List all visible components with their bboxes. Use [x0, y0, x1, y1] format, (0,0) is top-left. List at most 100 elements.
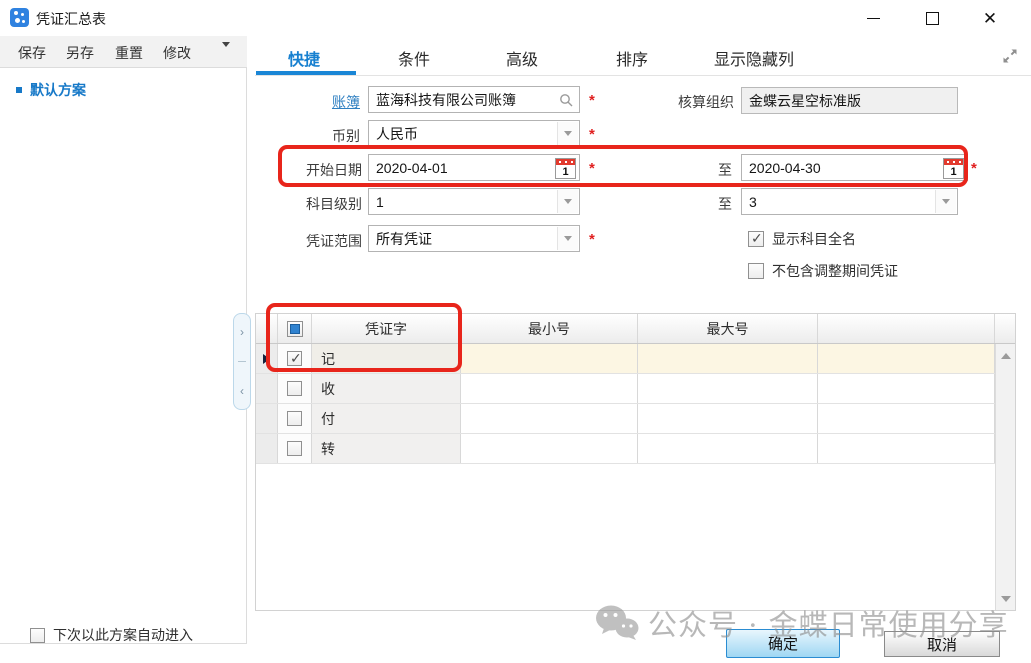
bullet-icon — [16, 87, 22, 93]
row-checkbox-cell[interactable] — [278, 404, 312, 433]
exclude-adjust-period-checkbox[interactable] — [748, 263, 764, 279]
max-number-cell[interactable] — [638, 344, 818, 373]
exclude-adjust-period-option[interactable]: 不包含调整期间凭证 — [748, 261, 898, 284]
show-full-subject-name-checkbox[interactable] — [748, 231, 764, 247]
max-number-cell[interactable] — [638, 434, 818, 463]
grid-header: 凭证字 最小号 最大号 — [256, 314, 1015, 344]
calendar-icon[interactable]: 1 — [555, 158, 576, 179]
voucher-range-label: 凭证范围 — [272, 231, 362, 251]
cancel-button[interactable]: 取消 — [884, 631, 1000, 657]
start-date-value: 2020-04-01 — [376, 160, 448, 176]
maximize-button[interactable] — [917, 6, 947, 30]
chevron-down-icon[interactable] — [557, 227, 578, 250]
select-all-cell[interactable] — [278, 314, 312, 343]
empty-cell — [818, 344, 995, 373]
voucher-word-cell[interactable]: 收 — [312, 374, 461, 403]
search-icon[interactable] — [559, 93, 573, 110]
row-checkbox[interactable] — [287, 351, 302, 366]
row-checkbox[interactable] — [287, 411, 302, 426]
tab-bar: 快捷 条件 高级 排序 显示隐藏列 — [248, 40, 1031, 76]
end-date-input[interactable]: 2020-04-30 1 — [741, 154, 968, 181]
tab-show-hide-columns[interactable]: 显示隐藏列 — [714, 46, 794, 70]
select-all-checkbox[interactable] — [287, 321, 303, 337]
org-input: 金蝶云星空标准版 — [741, 87, 958, 114]
voucher-word-cell[interactable]: 记 — [312, 344, 461, 373]
subject-level-to-value: 3 — [749, 194, 757, 210]
auto-enter-checkbox[interactable] — [30, 628, 45, 643]
divider — [238, 361, 246, 362]
scroll-up-icon[interactable] — [996, 346, 1015, 365]
min-number-cell[interactable] — [461, 404, 638, 433]
min-number-cell[interactable] — [461, 374, 638, 403]
auto-enter-option[interactable]: 下次以此方案自动进入 — [30, 625, 193, 645]
currency-select[interactable]: 人民币 — [368, 120, 580, 147]
expand-dialog-icon[interactable] — [1001, 47, 1019, 65]
tab-sort[interactable]: 排序 — [616, 46, 648, 70]
minimize-icon — [867, 18, 880, 19]
min-number-cell[interactable] — [461, 344, 638, 373]
minimize-button[interactable] — [858, 6, 888, 30]
toolbar-overflow-icon[interactable] — [222, 47, 232, 65]
app-icon — [10, 8, 29, 27]
collapse-left-icon[interactable]: ‹ — [240, 384, 244, 398]
ledger-label[interactable]: 账簿 — [300, 92, 360, 112]
column-header-empty — [818, 314, 995, 343]
table-row[interactable]: 付 — [256, 404, 995, 434]
default-scheme-item[interactable]: 默认方案 — [16, 80, 86, 100]
title-bar: 凭证汇总表 ✕ — [0, 0, 1031, 36]
ok-button[interactable]: 确定 — [726, 629, 840, 658]
exclude-adjust-period-label: 不包含调整期间凭证 — [772, 263, 898, 279]
table-row[interactable]: 转 — [256, 434, 995, 464]
row-checkbox[interactable] — [287, 441, 302, 456]
start-date-required-mark: * — [589, 160, 595, 177]
tab-advanced[interactable]: 高级 — [506, 46, 538, 70]
currency-required-mark: * — [589, 126, 595, 143]
modify-button[interactable]: 修改 — [163, 43, 191, 63]
scheme-toolbar: 保存 另存 重置 修改 — [0, 36, 247, 68]
row-checkbox[interactable] — [287, 381, 302, 396]
min-number-cell[interactable] — [461, 434, 638, 463]
voucher-range-select[interactable]: 所有凭证 — [368, 225, 580, 252]
subject-level-select[interactable]: 1 — [368, 188, 580, 215]
row-checkbox-cell[interactable] — [278, 344, 312, 373]
save-button[interactable]: 保存 — [18, 43, 46, 63]
end-date-required-mark: * — [971, 160, 977, 177]
row-checkbox-cell[interactable] — [278, 434, 312, 463]
collapse-right-icon[interactable]: › — [240, 325, 244, 339]
calendar-icon[interactable]: 1 — [943, 158, 964, 179]
column-header-voucher-word[interactable]: 凭证字 — [312, 314, 461, 343]
tab-quick[interactable]: 快捷 — [288, 46, 320, 70]
voucher-word-cell[interactable]: 付 — [312, 404, 461, 433]
currency-value: 人民币 — [376, 124, 418, 144]
panel-collapse-handle[interactable]: › ‹ — [233, 313, 251, 410]
row-indicator-cell — [256, 404, 278, 433]
scheme-panel: 默认方案 — [0, 68, 247, 644]
max-number-cell[interactable] — [638, 374, 818, 403]
voucher-range-required-mark: * — [589, 231, 595, 248]
start-date-input[interactable]: 2020-04-01 1 — [368, 154, 580, 181]
table-row[interactable]: 收 — [256, 374, 995, 404]
save-as-button[interactable]: 另存 — [66, 43, 94, 63]
empty-cell — [818, 374, 995, 403]
reset-button[interactable]: 重置 — [115, 43, 143, 63]
tab-condition[interactable]: 条件 — [398, 46, 430, 70]
row-checkbox-cell[interactable] — [278, 374, 312, 403]
ledger-input[interactable]: 蓝海科技有限公司账簿 — [368, 86, 580, 113]
chevron-down-icon[interactable] — [557, 122, 578, 145]
show-full-subject-name-option[interactable]: 显示科目全名 — [748, 229, 856, 252]
column-header-min-number[interactable]: 最小号 — [461, 314, 638, 343]
chevron-down-icon[interactable] — [935, 190, 956, 213]
table-row[interactable]: 记 — [256, 344, 995, 374]
max-number-cell[interactable] — [638, 404, 818, 433]
end-date-value: 2020-04-30 — [749, 160, 821, 176]
subject-level-label: 科目级别 — [272, 194, 362, 214]
scroll-down-icon[interactable] — [996, 589, 1015, 608]
chevron-down-icon[interactable] — [557, 190, 578, 213]
voucher-word-cell[interactable]: 转 — [312, 434, 461, 463]
column-header-max-number[interactable]: 最大号 — [638, 314, 818, 343]
close-icon: ✕ — [983, 10, 997, 27]
close-button[interactable]: ✕ — [975, 6, 1005, 30]
subject-level-to-select[interactable]: 3 — [741, 188, 958, 215]
empty-cell — [818, 404, 995, 433]
vertical-scrollbar[interactable] — [995, 344, 1015, 610]
